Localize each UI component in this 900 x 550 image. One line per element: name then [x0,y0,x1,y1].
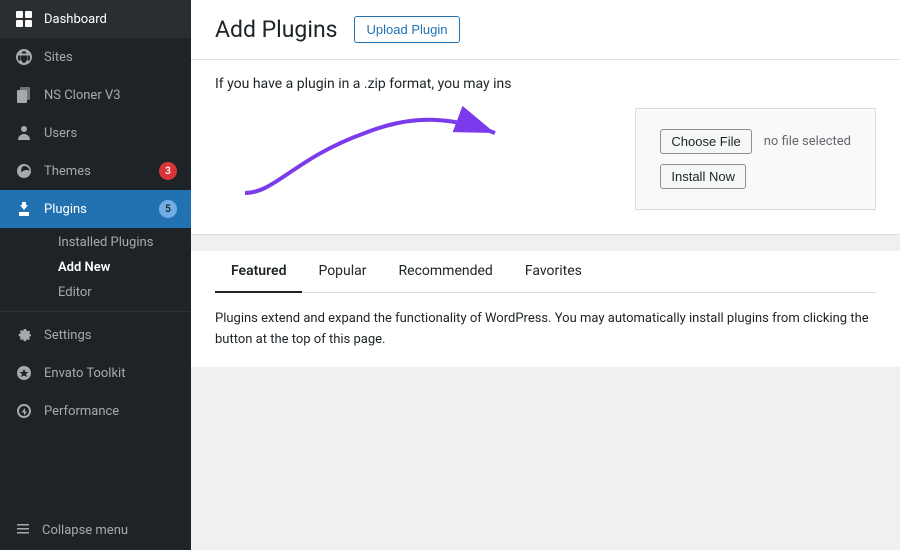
ns-cloner-icon [14,85,34,105]
sidebar-item-label: Dashboard [44,12,177,27]
sidebar-item-settings[interactable]: Settings [0,316,191,354]
sidebar-item-label: NS Cloner V3 [44,88,177,103]
tab-recommended[interactable]: Recommended [383,251,509,293]
annotation-arrow [215,98,515,208]
users-icon [14,123,34,143]
collapse-menu-button[interactable]: Collapse menu [0,510,191,550]
sidebar-sub-item-add-new[interactable]: Add New [44,255,191,280]
dashboard-icon [14,9,34,29]
sidebar-item-users[interactable]: Users [0,114,191,152]
settings-icon [14,325,34,345]
sidebar-item-label: Envato Toolkit [44,366,177,381]
sites-icon [14,47,34,67]
sidebar-item-themes[interactable]: Themes 3 [0,152,191,190]
sidebar-item-plugins[interactable]: Plugins 5 [0,190,191,228]
sidebar-item-performance[interactable]: Performance [0,392,191,430]
sidebar-item-ns-cloner[interactable]: NS Cloner V3 [0,76,191,114]
tab-favorites[interactable]: Favorites [509,251,598,293]
upload-section: If you have a plugin in a .zip format, y… [191,60,900,235]
file-row: Choose File no file selected [660,129,851,154]
sidebar-sub-item-editor[interactable]: Editor [44,280,191,305]
tabs-section: Featured Popular Recommended Favorites P… [191,251,900,367]
upload-description: If you have a plugin in a .zip format, y… [215,76,876,92]
envato-icon [14,363,34,383]
sidebar: Dashboard Sites NS Cloner V3 Users [0,0,191,550]
no-file-text: no file selected [764,134,851,149]
plugins-icon [14,199,34,219]
plugins-submenu: Installed Plugins Add New Editor [0,228,191,307]
tab-popular[interactable]: Popular [302,251,382,293]
install-now-button[interactable]: Install Now [660,164,746,189]
tab-description: Plugins extend and expand the functional… [215,293,876,367]
tab-featured[interactable]: Featured [215,251,302,293]
sidebar-sub-item-installed-plugins[interactable]: Installed Plugins [44,230,191,255]
page-title: Add Plugins [215,16,338,43]
sidebar-item-envato-toolkit[interactable]: Envato Toolkit [0,354,191,392]
themes-badge: 3 [159,162,177,180]
collapse-icon [14,519,32,541]
sidebar-item-label: Themes [44,164,149,179]
file-upload-box: Choose File no file selected Install Now [635,108,876,210]
content-area: If you have a plugin in a .zip format, y… [191,60,900,550]
divider [0,311,191,312]
sidebar-item-label: Plugins [44,202,149,217]
sidebar-item-sites[interactable]: Sites [0,38,191,76]
main-content: Add Plugins Upload Plugin If you have a … [191,0,900,550]
themes-icon [14,161,34,181]
sidebar-item-label: Performance [44,404,177,419]
tabs-row: Featured Popular Recommended Favorites [215,251,876,293]
sidebar-item-label: Sites [44,50,177,65]
upload-plugin-button[interactable]: Upload Plugin [354,16,461,43]
performance-icon [14,401,34,421]
sidebar-item-dashboard[interactable]: Dashboard [0,0,191,38]
plugins-badge: 5 [159,200,177,218]
choose-file-button[interactable]: Choose File [660,129,751,154]
sidebar-item-label: Settings [44,328,177,343]
collapse-menu-label: Collapse menu [42,523,128,538]
sidebar-item-label: Users [44,126,177,141]
page-header: Add Plugins Upload Plugin [191,0,900,60]
